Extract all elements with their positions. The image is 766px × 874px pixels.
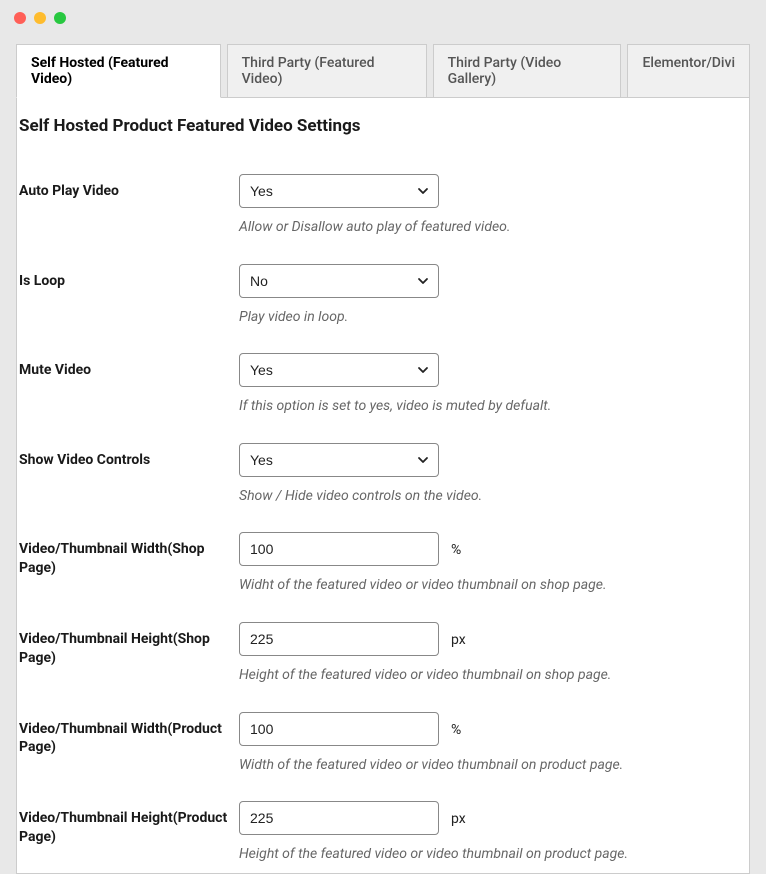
product-height-unit: px [451,811,466,827]
tab-elementor-divi[interactable]: Elementor/Divi [627,44,750,97]
shop-width-input[interactable] [239,532,439,566]
autoplay-select[interactable] [239,174,439,208]
field-row-product-width: Video/Thumbnail Width(Product Page) % Wi… [17,694,749,784]
field-row-shop-height: Video/Thumbnail Height(Shop Page) px Hei… [17,604,749,694]
product-width-help: Width of the featured video or video thu… [239,756,747,776]
tab-third-party-featured[interactable]: Third Party (Featured Video) [227,44,427,97]
minimize-icon[interactable] [34,12,46,24]
shop-height-label: Video/Thumbnail Height(Shop Page) [19,622,239,668]
field-row-controls: Show Video Controls Show / Hide video co… [17,425,749,515]
shop-width-help: Widht of the featured video or video thu… [239,576,747,596]
mute-label: Mute Video [19,353,239,380]
product-width-unit: % [451,722,461,738]
controls-label: Show Video Controls [19,443,239,470]
field-row-autoplay: Auto Play Video Allow or Disallow auto p… [17,156,749,246]
panel-title: Self Hosted Product Featured Video Setti… [17,98,749,148]
mute-select[interactable] [239,353,439,387]
loop-select[interactable] [239,264,439,298]
tab-self-hosted[interactable]: Self Hosted (Featured Video) [16,44,221,98]
product-height-input[interactable] [239,801,439,835]
mute-help: If this option is set to yes, video is m… [239,397,747,417]
close-icon[interactable] [14,12,26,24]
shop-width-unit: % [451,542,461,558]
field-row-loop: Is Loop Play video in loop. [17,246,749,336]
window-titlebar [0,0,766,36]
product-height-help: Height of the featured video or video th… [239,845,747,865]
maximize-icon[interactable] [54,12,66,24]
loop-label: Is Loop [19,264,239,291]
shop-height-input[interactable] [239,622,439,656]
field-row-mute: Mute Video If this option is set to yes,… [17,335,749,425]
autoplay-label: Auto Play Video [19,174,239,201]
tab-third-party-gallery[interactable]: Third Party (Video Gallery) [433,44,622,97]
field-row-shop-width: Video/Thumbnail Width(Shop Page) % Widht… [17,514,749,604]
shop-height-unit: px [451,632,466,648]
field-row-product-height: Video/Thumbnail Height(Product Page) px … [17,783,749,873]
product-width-input[interactable] [239,712,439,746]
settings-panel: Self Hosted Product Featured Video Setti… [16,97,750,874]
tabs-bar: Self Hosted (Featured Video) Third Party… [0,36,766,97]
shop-height-help: Height of the featured video or video th… [239,666,747,686]
loop-help: Play video in loop. [239,308,747,328]
app-window: Self Hosted (Featured Video) Third Party… [0,0,766,811]
controls-select[interactable] [239,443,439,477]
autoplay-help: Allow or Disallow auto play of featured … [239,218,747,238]
product-height-label: Video/Thumbnail Height(Product Page) [19,801,239,847]
product-width-label: Video/Thumbnail Width(Product Page) [19,712,239,758]
controls-help: Show / Hide video controls on the video. [239,487,747,507]
shop-width-label: Video/Thumbnail Width(Shop Page) [19,532,239,578]
